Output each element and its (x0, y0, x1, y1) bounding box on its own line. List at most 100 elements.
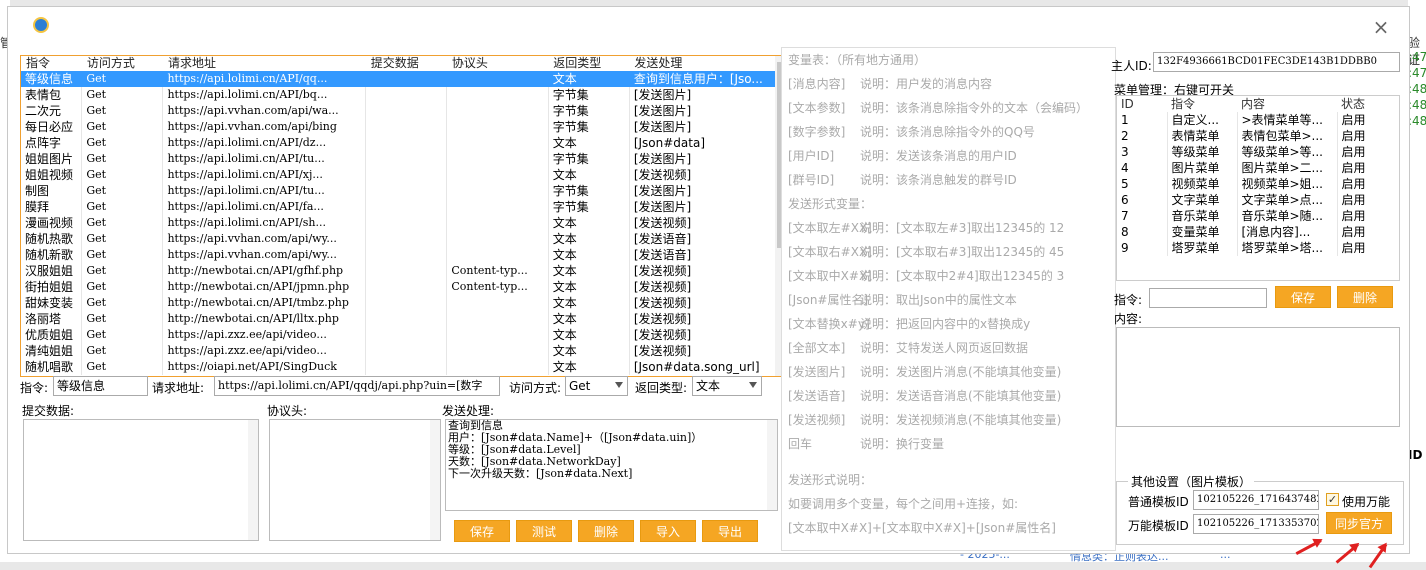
table-row[interactable]: 汉服姐姐 Get http://newbotai.cn/API/gfhf.php Co… (21, 263, 787, 279)
table-row[interactable]: 街拍姐姐 Get http://newbotai.cn/API/jpmn.php Co… (21, 279, 787, 295)
column-header[interactable]: 返回类型 (548, 56, 629, 71)
table-cell: Get (81, 119, 164, 135)
variable-desc: 说明：艾特发送人网页返回数据 (860, 341, 1029, 355)
table-row[interactable]: 1 自定义... >表情菜单等... 启用 (1117, 112, 1399, 128)
header-label: 协议头: (267, 404, 308, 418)
column-header[interactable]: 内容 (1237, 96, 1337, 112)
column-header[interactable]: 提交数据 (366, 56, 447, 71)
variable-desc: 说明：该条消息触发的群号ID (860, 173, 1017, 187)
table-cell: https://api.lolimi.cn/API/xj... (162, 167, 367, 183)
table-cell: https://api.lolimi.cn/API/sh... (162, 215, 367, 231)
table-cell: 字节集 (548, 103, 630, 119)
table-row[interactable]: 甜妹变装 Get http://newbotai.cn/API/tmbz.php 文本… (21, 295, 787, 311)
table-cell: 图片菜单 (1167, 160, 1238, 176)
table-row[interactable]: 6 文字菜单 文字菜单>点... 启用 (1117, 192, 1399, 208)
table-cell: 音乐菜单 (1167, 208, 1238, 224)
table-cell: 等级信息 (21, 71, 83, 87)
textarea-scrollbar[interactable] (767, 420, 777, 510)
table-row[interactable]: 表情包 Get https://api.lolimi.cn/API/bq... 字节集… (21, 87, 787, 103)
save-button[interactable]: 保存 (454, 520, 510, 542)
return-type-label: 返回类型: (635, 381, 688, 395)
table-row[interactable]: 膜拜 Get https://api.lolimi.cn/API/fa... 字节集[… (21, 199, 787, 215)
column-header[interactable]: 指令 (1167, 96, 1237, 112)
table-cell: 启用 (1337, 240, 1399, 256)
header-textarea[interactable] (269, 419, 441, 541)
table-cell: Get (81, 215, 164, 231)
table-cell (446, 295, 549, 311)
table-row[interactable]: 姐姐图片 Get https://api.lolimi.cn/API/tu... 字节… (21, 151, 787, 167)
table-row[interactable]: 点阵字 Get https://api.lolimi.cn/API/dz... 文本[… (21, 135, 787, 151)
column-header[interactable]: ID (1117, 96, 1167, 112)
column-header[interactable]: 指令 (21, 56, 82, 71)
table-cell: [发送视频] (629, 279, 787, 295)
table-cell (365, 215, 448, 231)
table-cell (365, 295, 448, 311)
table-row[interactable]: 随机热歌 Get https://api.vvhan.com/api/wy... 文本… (21, 231, 787, 247)
table-cell (365, 183, 448, 199)
table-row[interactable]: 姐姐视频 Get https://api.lolimi.cn/API/xj... 文本… (21, 167, 787, 183)
column-header[interactable]: 访问方式 (82, 56, 163, 71)
use-universal-checkbox[interactable]: ✓ (1326, 493, 1339, 506)
post-data-textarea[interactable] (23, 419, 259, 541)
menu-save-button[interactable]: 保存 (1275, 286, 1331, 308)
export-button[interactable]: 导出 (702, 520, 758, 542)
table-cell (365, 247, 448, 263)
table-cell: [发送图片] (629, 183, 787, 199)
universal-template-input[interactable]: 102105226_1713353702 (1193, 514, 1319, 534)
method-select[interactable]: Get (565, 376, 628, 396)
table-row[interactable]: 2 表情菜单 表情包菜单>... 启用 (1117, 128, 1399, 144)
table-row[interactable]: 随机新歌 Get https://api.vvhan.com/api/wy... 文本… (21, 247, 787, 263)
variable-key: [发送语音] (788, 389, 846, 403)
menu-delete-button[interactable]: 删除 (1337, 286, 1393, 308)
table-row[interactable]: 每日必应 Get https://api.vvhan.com/api/bing 字节集… (21, 119, 787, 135)
table-row[interactable]: 洛丽塔 Get http://newbotai.cn/API/lltx.php 文本[… (21, 311, 787, 327)
table-cell (365, 135, 448, 151)
table-row[interactable]: 等级信息 Get https://api.lolimi.cn/API/qq... 文本… (21, 71, 787, 87)
variable-key: [消息内容] (788, 77, 846, 91)
table-cell: 字节集 (548, 87, 630, 103)
textarea-scrollbar[interactable] (430, 420, 440, 540)
owner-id-input[interactable]: 132F4936661BCD01FEC3DE143B1DDBB0 (1153, 52, 1400, 72)
column-header[interactable]: 请求地址 (163, 56, 366, 71)
normal-template-input[interactable]: 102105226_1716437482 (1193, 490, 1319, 510)
table-row[interactable]: 随机唱歌 Get https://oiapi.net/API/SingDuck 文本[… (21, 359, 787, 375)
return-type-select[interactable]: 文本 (692, 376, 762, 396)
column-header[interactable]: 协议头 (447, 56, 548, 71)
close-button[interactable]: × (1370, 17, 1392, 39)
table-row[interactable]: 9 塔罗菜单 塔罗菜单>塔... 启用 (1117, 240, 1399, 256)
table-row[interactable]: 清纯姐姐 Get https://api.zxz.ee/api/video... 文本… (21, 343, 787, 359)
delete-button[interactable]: 删除 (578, 520, 634, 542)
method-label: 访问方式: (509, 381, 562, 395)
textarea-scrollbar[interactable] (248, 420, 258, 540)
table-row[interactable]: 制图 Get https://api.lolimi.cn/API/tu... 字节集[… (21, 183, 787, 199)
menu-cmd-input[interactable] (1149, 288, 1267, 308)
table-row[interactable]: 优质姐姐 Get https://api.zxz.ee/api/video... 文本… (21, 327, 787, 343)
cmd-input[interactable]: 等级信息 (53, 376, 148, 396)
table-cell: [发送语音] (629, 231, 787, 247)
table-row[interactable]: 3 等级菜单 等级菜单>等... 启用 (1117, 144, 1399, 160)
table-cell: https://api.lolimi.cn/API/tu... (162, 151, 367, 167)
table-header: 指令 访问方式 请求地址 提交数据 协议头 返回类型 发送处理 (21, 56, 787, 71)
table-cell: https://api.lolimi.cn/API/fa... (162, 199, 367, 215)
table-row[interactable]: 8 变量菜单 [消息内容]... 启用 (1117, 224, 1399, 240)
table-row[interactable]: 5 视频菜单 视频菜单>姐... 启用 (1117, 176, 1399, 192)
menu-content-textarea[interactable] (1116, 327, 1400, 427)
table-cell (365, 327, 448, 343)
table-row[interactable]: 二次元 Get https://api.vvhan.com/api/wa... 字节集… (21, 103, 787, 119)
table-row[interactable]: 4 图片菜单 图片菜单>二... 启用 (1117, 160, 1399, 176)
column-header[interactable]: 发送处理 (629, 56, 786, 71)
url-input[interactable]: https://api.lolimi.cn/API/qqdj/api.php?u… (214, 376, 500, 396)
table-cell: Get (81, 231, 164, 247)
sync-official-button[interactable]: 同步官方 (1326, 512, 1392, 534)
test-button[interactable]: 测试 (516, 520, 572, 542)
table-cell (365, 199, 448, 215)
table-row[interactable]: 7 音乐菜单 音乐菜单>随... 启用 (1117, 208, 1399, 224)
send-process-textarea[interactable]: 查询到信息 用户：[Json#data.Name]+（[Json#data.ui… (445, 419, 778, 511)
table-row[interactable]: 漫画视频 Get https://api.lolimi.cn/API/sh... 文本… (21, 215, 787, 231)
bg-text: :48 (1408, 114, 1426, 128)
import-button[interactable]: 导入 (640, 520, 696, 542)
variable-item: [文本替换x#y] 说明：把返回内容中的x替换成y (788, 315, 1030, 332)
command-table[interactable]: 指令 访问方式 请求地址 提交数据 协议头 返回类型 发送处理 等级信息 Get https:/… (20, 55, 788, 377)
column-header[interactable]: 状态 (1337, 96, 1399, 112)
menu-table[interactable]: ID 指令 内容 状态 1 自定义... >表情菜单等... 启用 2 表情菜单 表情包菜单>..… (1116, 95, 1400, 281)
